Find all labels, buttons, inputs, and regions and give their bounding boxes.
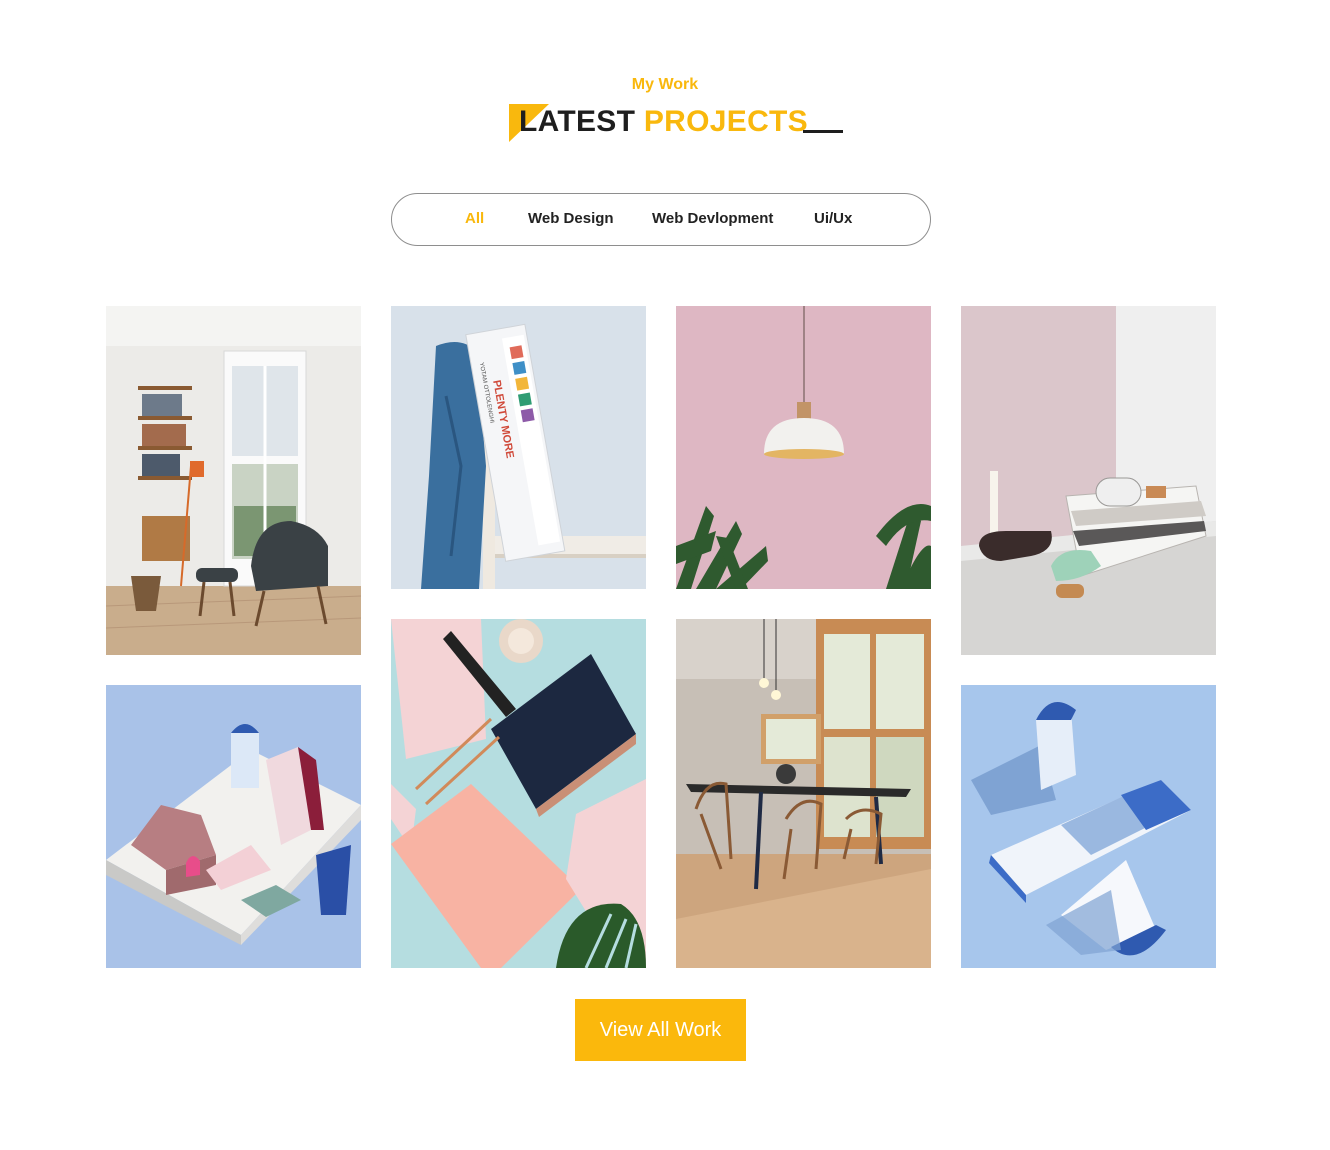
project-tile-living-room[interactable]	[106, 306, 361, 655]
project-filter-bar: All Web Design Web Devlopment Ui/Ux	[391, 193, 931, 246]
stationery-image	[391, 619, 646, 968]
blue-paper-image	[961, 685, 1216, 968]
filter-all[interactable]: All	[465, 210, 484, 227]
section-heading: LATEST PROJECTS	[0, 102, 1330, 146]
paper-house-image	[106, 685, 361, 968]
title-part-2: PROJECTS	[643, 105, 808, 138]
project-tile-blue-paper[interactable]	[961, 685, 1216, 968]
project-tile-book[interactable]: PLENTY MORE YOTAM OTTOLENGHI	[391, 306, 646, 589]
title-part-1: LATEST	[519, 105, 636, 138]
lamp-image	[676, 306, 931, 589]
project-tile-stationery[interactable]	[391, 619, 646, 968]
project-tile-candle[interactable]	[961, 306, 1216, 655]
candle-image	[961, 306, 1216, 655]
living-room-image	[106, 306, 361, 655]
filter-web-design[interactable]: Web Design	[528, 210, 614, 227]
view-all-work-button[interactable]: View All Work	[575, 999, 746, 1061]
filter-ui-ux[interactable]: Ui/Ux	[814, 210, 852, 227]
filter-web-development[interactable]: Web Devlopment	[652, 210, 773, 227]
eyebrow-label: My Work	[631, 76, 699, 93]
dining-room-image	[676, 619, 931, 968]
title-underline	[803, 130, 843, 133]
project-tile-lamp[interactable]	[676, 306, 931, 589]
project-tile-dining-room[interactable]	[676, 619, 931, 968]
page-title: LATEST PROJECTS	[519, 102, 808, 142]
book-image: PLENTY MORE YOTAM OTTOLENGHI	[391, 306, 646, 589]
project-tile-paper-house[interactable]	[106, 685, 361, 968]
